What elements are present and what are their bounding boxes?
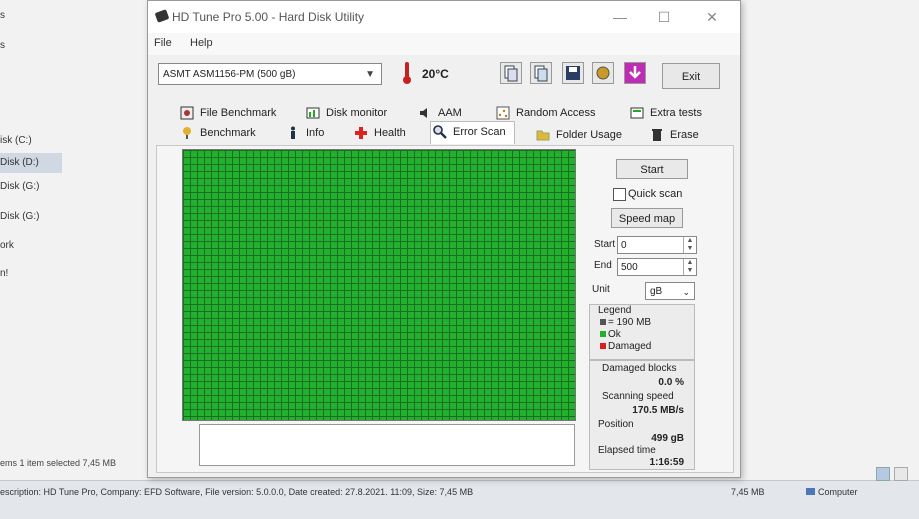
title-bar[interactable]: HD Tune Pro 5.00 - Hard Disk Utility — ☐… <box>148 1 740 33</box>
save-icon[interactable] <box>562 62 584 84</box>
extra-tests-icon <box>630 107 644 119</box>
nav-item[interactable]: s <box>0 10 5 21</box>
view-details-icon[interactable] <box>876 467 890 481</box>
elapsed-time-value: 1:16:59 <box>649 457 684 468</box>
nav-item-network[interactable]: ork <box>0 240 14 251</box>
position-label: Position <box>598 419 634 430</box>
scan-block-map <box>182 149 576 421</box>
file-benchmark-icon <box>180 106 194 120</box>
spinner-icon[interactable]: ▲ ▼ <box>683 259 696 275</box>
temperature-value: 20°C <box>422 67 449 81</box>
computer-label: Computer <box>806 487 858 497</box>
legend-ok: Ok <box>600 329 621 340</box>
close-button[interactable]: ✕ <box>698 7 726 27</box>
exit-button[interactable]: Exit <box>662 63 720 89</box>
scan-log <box>199 424 575 466</box>
folder-icon <box>536 130 550 141</box>
toolbar: ASMT ASM1156-PM (500 gB) ▼ 20°C Exit <box>148 55 740 97</box>
speaker-icon <box>420 108 427 118</box>
speed-map-button[interactable]: Speed map <box>611 208 683 228</box>
tab-folder-usage[interactable]: Folder Usage <box>534 125 622 145</box>
maximize-button[interactable]: ☐ <box>650 7 678 27</box>
tab-aam[interactable]: AAM <box>416 103 462 123</box>
nav-item[interactable]: s <box>0 40 5 51</box>
health-cross-icon <box>355 127 367 139</box>
legend-box: Legend = 190 MB Ok Damaged <box>589 304 695 360</box>
view-tiles-icon[interactable] <box>894 467 908 481</box>
tab-error-scan[interactable]: Error Scan <box>430 121 515 144</box>
elapsed-time-label: Elapsed time <box>598 445 656 456</box>
start-button[interactable]: Start <box>616 159 688 179</box>
info-icon <box>291 126 295 139</box>
nav-item-disk-d[interactable]: Disk (D:) <box>0 153 62 173</box>
computer-icon <box>806 488 815 495</box>
start-label: Start <box>594 239 616 250</box>
damaged-blocks-value: 0.0 % <box>658 377 684 388</box>
damaged-blocks-label: Damaged blocks <box>602 363 677 374</box>
trash-icon <box>652 129 662 141</box>
position-value: 499 gB <box>651 433 684 444</box>
tab-extra-tests[interactable]: Extra tests <box>628 103 702 123</box>
unit-select[interactable]: gB ⌄ <box>645 282 695 300</box>
legend-damaged: Damaged <box>600 341 651 352</box>
scan-statistics: Damaged blocks 0.0 % Scanning speed 170.… <box>589 360 695 470</box>
tab-health[interactable]: Health <box>352 123 406 143</box>
copy-info-icon[interactable] <box>500 62 522 84</box>
quick-scan-label: Quick scan <box>628 188 683 200</box>
end-label: End <box>594 260 612 271</box>
error-scan-panel: Start Quick scan Speed map Start 0 ▲ ▼ En… <box>156 145 734 473</box>
details-bar: escription: HD Tune Pro, Company: EFD So… <box>0 467 919 519</box>
tab-random-access[interactable]: Random Access <box>494 103 595 123</box>
nav-item[interactable]: n! <box>0 268 8 279</box>
menu-bar: File Help <box>148 33 740 55</box>
spinner-icon[interactable]: ▲ ▼ <box>683 237 696 253</box>
chevron-down-icon: ⌄ <box>682 287 690 297</box>
end-field[interactable]: 500 ▲ ▼ <box>617 258 697 276</box>
tab-disk-monitor[interactable]: Disk monitor <box>304 103 387 123</box>
minimize-button[interactable]: — <box>606 7 634 27</box>
tab-strip: File Benchmark Disk monitor AAM Random A… <box>148 101 740 145</box>
scanning-speed-label: Scanning speed <box>602 391 674 402</box>
chevron-down-icon: ▼ <box>365 69 375 80</box>
file-size: 7,45 MB <box>731 487 765 497</box>
file-description: escription: HD Tune Pro, Company: EFD So… <box>0 487 474 497</box>
quick-scan-checkbox[interactable] <box>613 188 626 201</box>
thermometer-icon <box>403 62 411 84</box>
options-icon[interactable] <box>592 62 614 84</box>
scanning-speed-value: 170.5 MB/s <box>632 405 684 416</box>
nav-item-disk-g2[interactable]: Disk (G:) <box>0 211 39 222</box>
explorer-status: ems 1 item selected 7,45 MB <box>0 458 117 468</box>
hdtune-window: HD Tune Pro 5.00 - Hard Disk Utility — ☐… <box>147 0 741 478</box>
tab-benchmark[interactable]: Benchmark <box>178 123 256 143</box>
legend-title: Legend <box>598 305 632 316</box>
menu-file[interactable]: File <box>154 37 172 49</box>
drive-select[interactable]: ASMT ASM1156-PM (500 gB) ▼ <box>158 63 382 85</box>
tab-info[interactable]: Info <box>284 123 324 143</box>
tab-erase[interactable]: Erase <box>648 125 699 145</box>
tab-file-benchmark[interactable]: File Benchmark <box>178 103 276 123</box>
disk-monitor-icon <box>306 107 320 119</box>
unit-label: Unit <box>592 284 610 295</box>
nav-item-disk-g[interactable]: Disk (G:) <box>0 181 39 192</box>
app-icon <box>154 9 170 23</box>
window-title: HD Tune Pro 5.00 - Hard Disk Utility <box>172 10 365 24</box>
random-access-icon <box>496 106 510 120</box>
benchmark-icon <box>183 127 191 139</box>
start-field[interactable]: 0 ▲ ▼ <box>617 236 697 254</box>
magnifier-icon <box>433 125 447 139</box>
nav-item-disk-c[interactable]: isk (C:) <box>0 135 32 146</box>
copy-all-icon[interactable] <box>530 62 552 84</box>
legend-block-size: = 190 MB <box>600 317 651 328</box>
download-icon[interactable] <box>624 62 646 84</box>
menu-help[interactable]: Help <box>190 37 213 49</box>
